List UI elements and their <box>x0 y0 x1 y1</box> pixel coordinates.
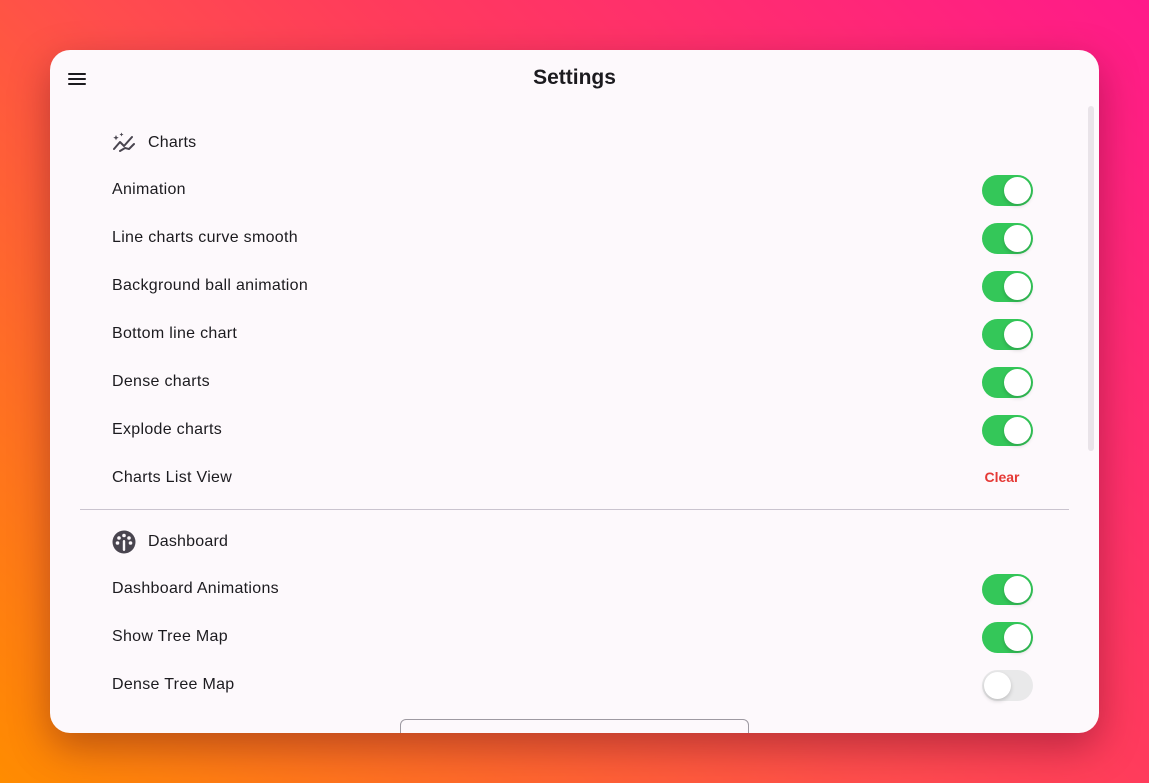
setting-label: Animation <box>112 181 186 198</box>
setting-row-animation: Animation <box>50 167 1099 215</box>
setting-row-show-tree-map: Show Tree Map <box>50 614 1099 662</box>
setting-row-charts-list-view: Charts List View Clear <box>50 455 1099 503</box>
bottom-action-button[interactable] <box>400 719 749 733</box>
setting-label: Dashboard Animations <box>112 580 279 597</box>
page-title: Settings <box>533 66 616 89</box>
toggle-switch[interactable] <box>982 223 1033 254</box>
setting-row-dense-tree-map: Dense Tree Map <box>50 662 1099 710</box>
setting-label: Show Tree Map <box>112 628 228 645</box>
section-title: Charts <box>148 134 197 151</box>
setting-row-bottom-line-chart: Bottom line chart <box>50 311 1099 359</box>
section-divider <box>80 509 1069 510</box>
setting-row-explode-charts: Explode charts <box>50 407 1099 455</box>
toggle-switch[interactable] <box>982 622 1033 653</box>
setting-row-dense-charts: Dense charts <box>50 359 1099 407</box>
setting-label: Line charts curve smooth <box>112 229 298 246</box>
setting-label: Dense Tree Map <box>112 676 235 693</box>
speedometer-icon <box>112 530 136 554</box>
section-title: Dashboard <box>148 533 229 550</box>
toggle-switch[interactable] <box>982 271 1033 302</box>
setting-row-background-ball: Background ball animation <box>50 263 1099 311</box>
setting-row-dashboard-animations: Dashboard Animations <box>50 566 1099 614</box>
settings-window: Settings Charts Animation Line charts cu… <box>50 50 1099 733</box>
setting-label: Bottom line chart <box>112 325 238 342</box>
toggle-switch[interactable] <box>982 574 1033 605</box>
toggle-switch[interactable] <box>982 367 1033 398</box>
setting-label: Background ball animation <box>112 277 309 294</box>
setting-row-curve-smooth: Line charts curve smooth <box>50 215 1099 263</box>
auto-graph-icon <box>112 131 136 155</box>
toggle-switch[interactable] <box>982 319 1033 350</box>
toggle-switch[interactable] <box>982 670 1033 701</box>
clear-button[interactable]: Clear <box>980 469 1024 485</box>
setting-label: Explode charts <box>112 421 223 438</box>
setting-label: Charts List View <box>112 469 233 486</box>
section-header-charts: Charts <box>112 131 196 155</box>
setting-label: Dense charts <box>112 373 210 390</box>
toggle-switch[interactable] <box>982 175 1033 206</box>
section-header-dashboard: Dashboard <box>112 530 228 554</box>
toggle-switch[interactable] <box>982 415 1033 446</box>
